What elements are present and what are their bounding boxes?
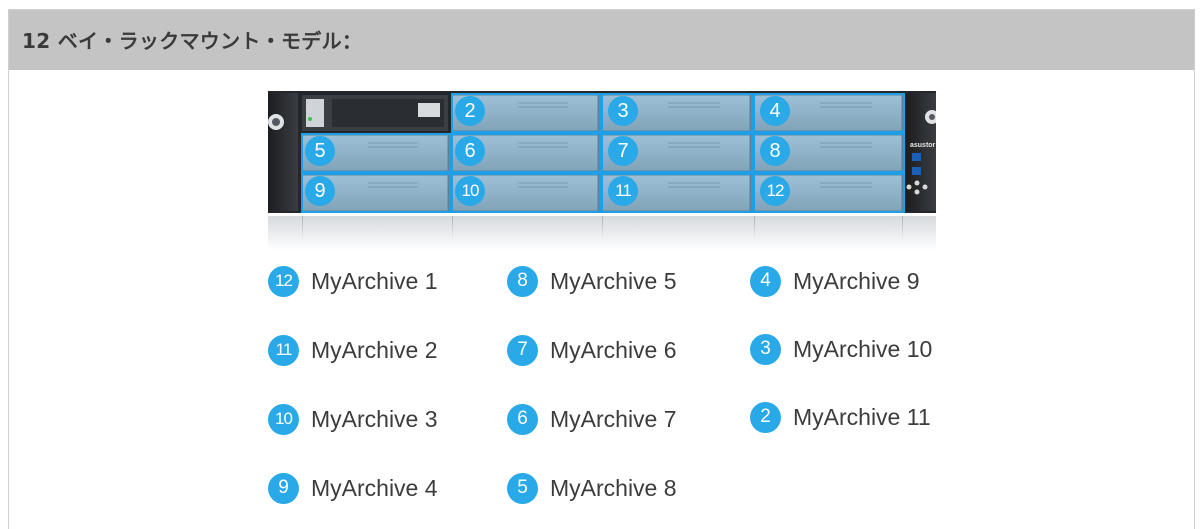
legend-label: MyArchive 9 <box>793 267 920 294</box>
nas-device-image: asustor 2 3 4 5 6 7 8 9 10 11 12 <box>268 91 936 215</box>
legend-badge: 10 <box>268 403 299 435</box>
nas-chassis: asustor <box>268 91 936 213</box>
legend-badge: 8 <box>507 265 538 297</box>
bay-number-badge: 6 <box>455 136 485 166</box>
legend-item: 11 MyArchive 2 <box>268 333 438 367</box>
legend-badge: 11 <box>268 334 299 366</box>
svg-text:asustor: asustor <box>910 142 936 149</box>
section-header: 12 ベイ・ラックマウント・モデル： <box>9 10 1194 70</box>
legend-item: 2 MyArchive 11 <box>750 400 931 434</box>
bay-number-badge: 12 <box>760 176 790 206</box>
legend-label: MyArchive 7 <box>550 405 677 432</box>
bay-number-badge: 9 <box>305 176 335 206</box>
legend-badge: 2 <box>750 401 781 433</box>
legend-badge: 9 <box>268 472 299 504</box>
legend-badge: 5 <box>507 472 538 504</box>
legend-item: 3 MyArchive 10 <box>750 332 932 366</box>
legend-label: MyArchive 3 <box>311 405 438 432</box>
legend-badge: 12 <box>268 265 299 297</box>
bay-number-badge: 10 <box>455 176 485 206</box>
bay-number-badge: 5 <box>305 136 335 166</box>
device-reflection <box>268 216 936 250</box>
legend-label: MyArchive 10 <box>793 335 933 362</box>
legend-label: MyArchive 2 <box>311 336 438 363</box>
legend-label: MyArchive 4 <box>311 474 438 501</box>
legend-label: MyArchive 1 <box>311 267 438 294</box>
legend-item: 5 MyArchive 8 <box>507 471 677 505</box>
bay-number-badge: 11 <box>608 176 638 206</box>
bay-number-badge: 7 <box>608 136 638 166</box>
legend-item: 12 MyArchive 1 <box>268 264 438 298</box>
legend-label: MyArchive 8 <box>550 474 677 501</box>
legend-label: MyArchive 11 <box>793 403 931 430</box>
legend-item: 6 MyArchive 7 <box>507 402 677 436</box>
bay-number-badge: 4 <box>760 96 790 126</box>
legend-item: 9 MyArchive 4 <box>268 471 438 505</box>
legend-badge: 4 <box>750 265 781 297</box>
bay-number-badge: 2 <box>455 96 485 126</box>
legend-label: MyArchive 6 <box>550 336 677 363</box>
legend-item: 7 MyArchive 6 <box>507 333 677 367</box>
section-title: 12 ベイ・ラックマウント・モデル： <box>22 29 363 53</box>
legend-badge: 7 <box>507 334 538 366</box>
legend-label: MyArchive 5 <box>550 267 677 294</box>
bay-number-badge: 3 <box>608 96 638 126</box>
legend-item: 8 MyArchive 5 <box>507 264 677 298</box>
legend-item: 10 MyArchive 3 <box>268 402 438 436</box>
legend-badge: 3 <box>750 333 781 365</box>
legend-item: 4 MyArchive 9 <box>750 264 920 298</box>
bay-number-badge: 8 <box>760 136 790 166</box>
legend-badge: 6 <box>507 403 538 435</box>
